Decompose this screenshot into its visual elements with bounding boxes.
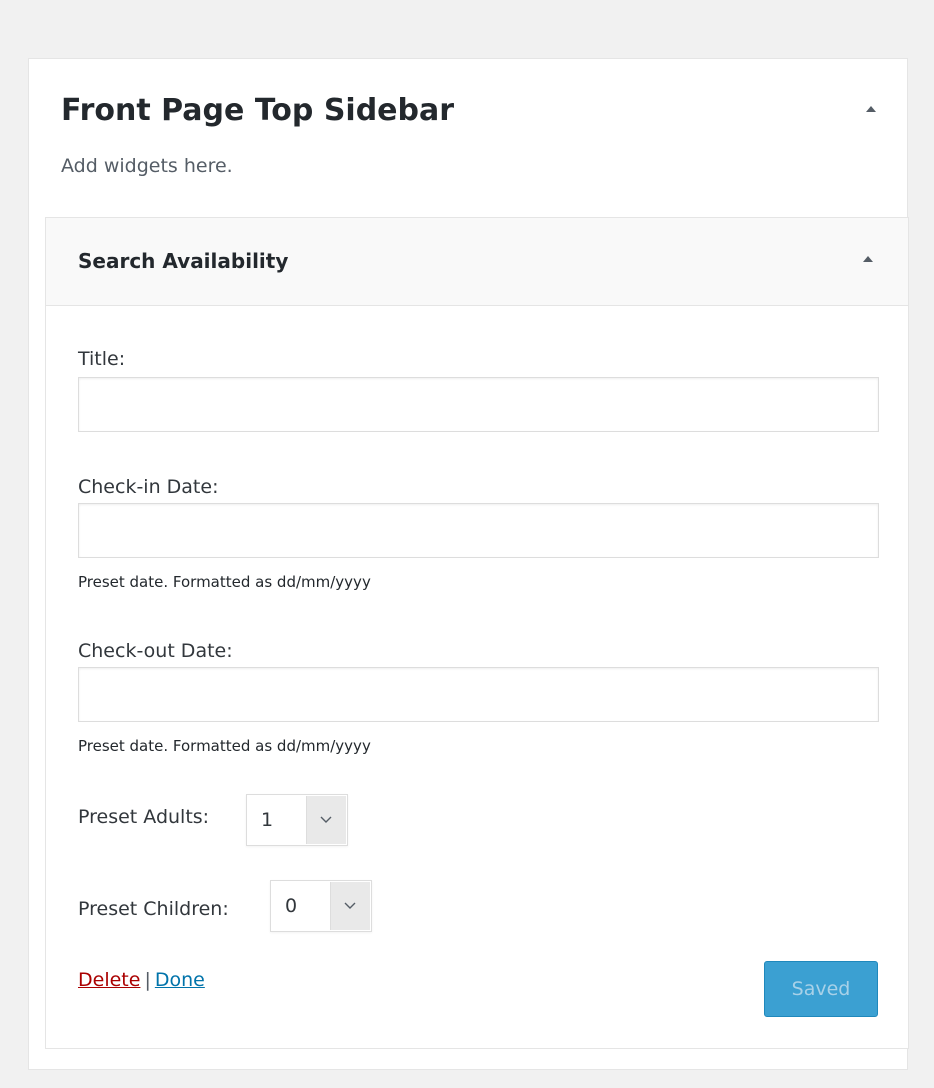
preset-adults-label: Preset Adults: [78,806,210,828]
link-separator: | [144,969,151,991]
search-availability-widget: Search Availability Title: Check-in Date… [45,217,909,1049]
preset-children-label: Preset Children: [78,898,229,920]
preset-children-value: 0 [285,895,298,917]
chevron-down-icon[interactable] [330,882,370,930]
checkout-date-label: Check-out Date: [78,640,233,662]
checkin-date-description: Preset date. Formatted as dd/mm/yyyy [78,573,371,591]
widget-header[interactable]: Search Availability [46,218,908,306]
checkin-date-input[interactable] [78,503,879,558]
widget-collapse-icon[interactable] [858,249,878,269]
widget-control-links: Delete | Done [78,968,205,992]
sidebar-title[interactable]: Front Page Top Sidebar [61,93,454,129]
preset-adults-select[interactable]: 1 [246,794,348,846]
preset-adults-value: 1 [261,809,274,831]
sidebar-description: Add widgets here. [61,155,233,177]
sidebar-collapse-icon[interactable] [861,99,881,119]
title-label: Title: [78,348,126,370]
checkout-date-description: Preset date. Formatted as dd/mm/yyyy [78,737,371,755]
widget-area-panel: Front Page Top Sidebar Add widgets here.… [28,58,909,1070]
checkin-date-label: Check-in Date: [78,476,219,498]
title-input[interactable] [78,377,879,432]
save-button[interactable]: Saved [764,961,878,1017]
checkout-date-input[interactable] [78,667,879,722]
widget-title[interactable]: Search Availability [78,249,288,273]
preset-children-select[interactable]: 0 [270,880,372,932]
done-link[interactable]: Done [155,969,205,991]
delete-link[interactable]: Delete [78,969,140,991]
chevron-down-icon[interactable] [306,796,346,844]
